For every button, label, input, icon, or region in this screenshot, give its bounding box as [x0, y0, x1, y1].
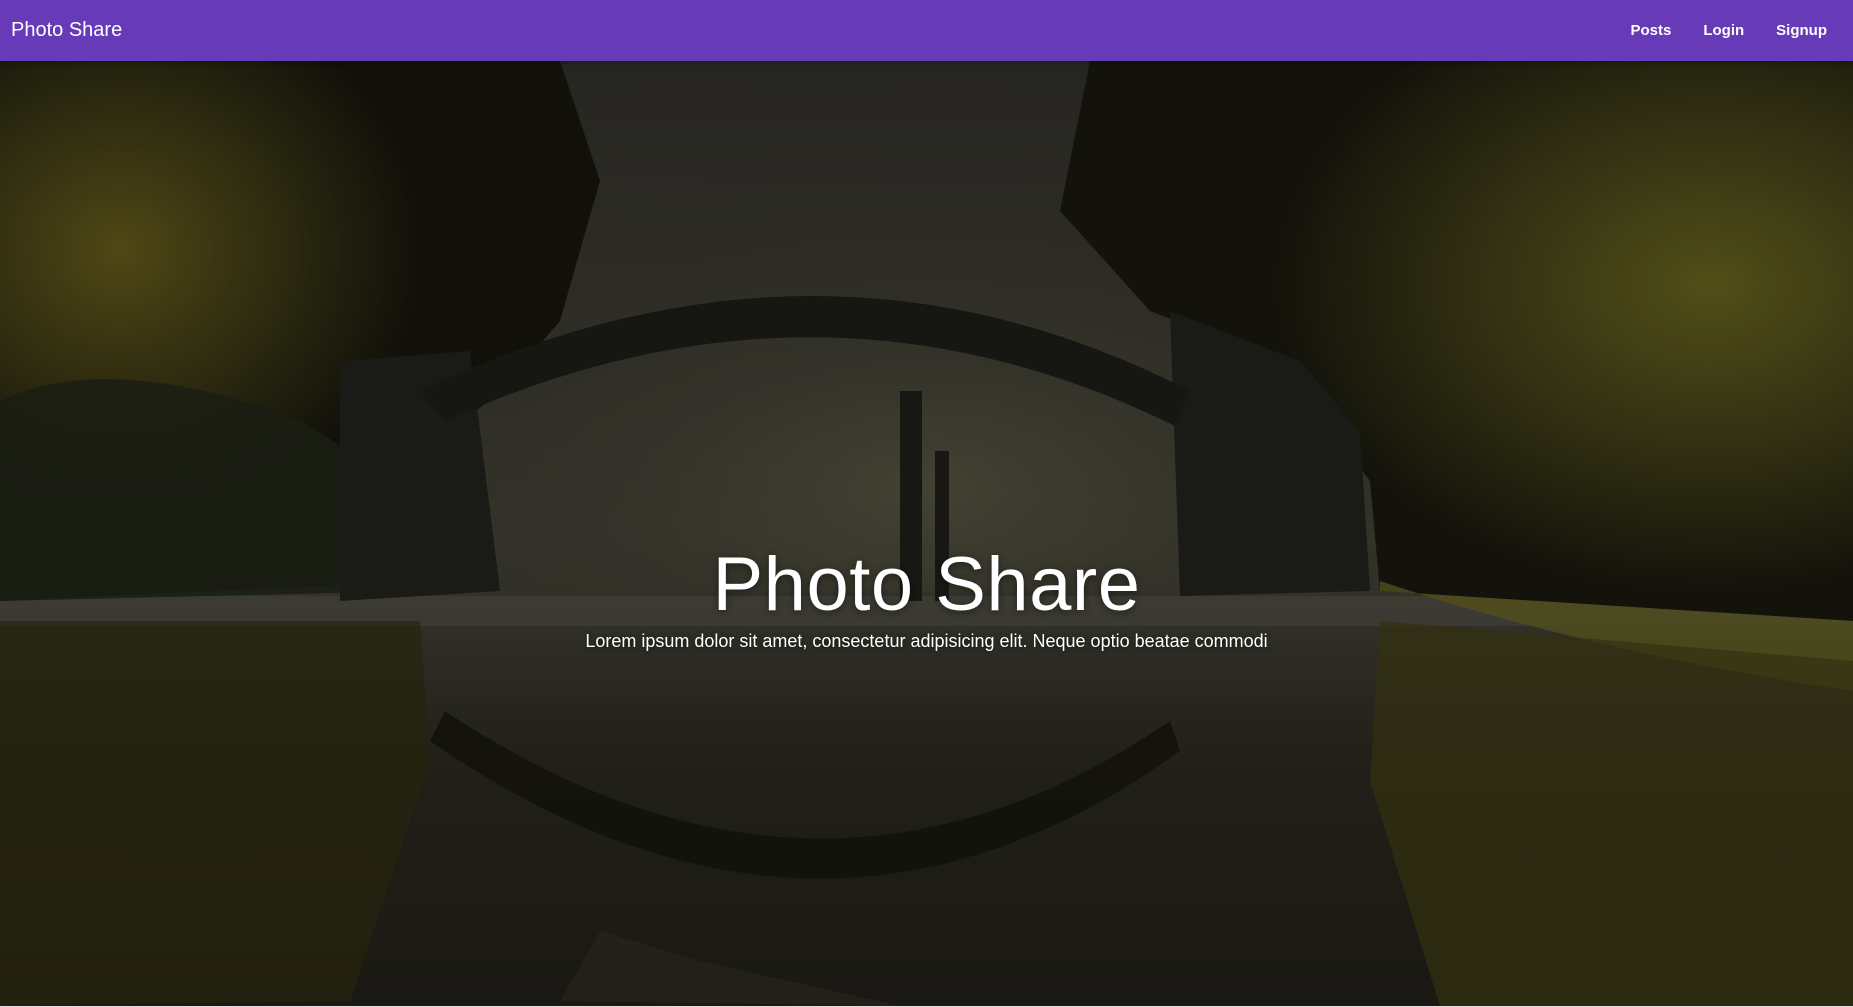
- brand-link[interactable]: Photo Share: [11, 0, 122, 61]
- nav-signup-link[interactable]: Signup: [1760, 0, 1827, 61]
- hero-subtitle: Lorem ipsum dolor sit amet, consectetur …: [585, 631, 1268, 651]
- nav-posts-link[interactable]: Posts: [1614, 0, 1687, 61]
- hero-section: Photo Share Lorem ipsum dolor sit amet, …: [0, 61, 1853, 1006]
- app-bar: Photo Share Posts Login Signup: [0, 0, 1853, 61]
- hero-title: Photo Share: [712, 542, 1141, 627]
- hero-overlay: [0, 61, 1853, 1006]
- hero-content: Photo Share Lorem ipsum dolor sit amet, …: [0, 541, 1853, 653]
- top-nav: Posts Login Signup: [1614, 0, 1827, 61]
- nav-login-link[interactable]: Login: [1687, 0, 1760, 61]
